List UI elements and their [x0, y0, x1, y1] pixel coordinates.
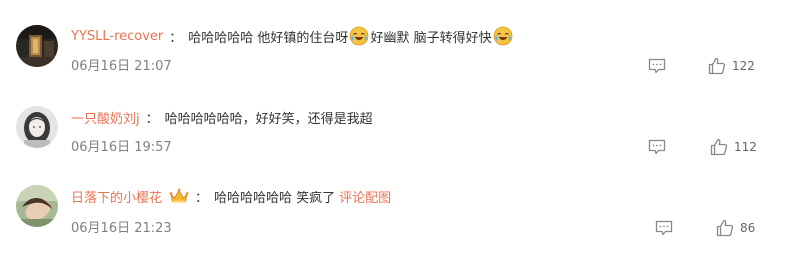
- comment-text: 哈哈哈哈哈 他好镇的住台呀: [188, 30, 349, 46]
- separator: ：: [169, 30, 183, 46]
- avatar[interactable]: [16, 185, 58, 227]
- comment-text: 哈哈哈哈哈哈 笑疯了: [214, 190, 336, 206]
- like-count: 112: [734, 140, 757, 154]
- username-link[interactable]: 日落下的小樱花: [71, 187, 162, 206]
- reply-button[interactable]: [648, 139, 666, 155]
- comment-image-link[interactable]: 评论配图: [339, 187, 391, 206]
- crown-icon: [169, 186, 189, 206]
- comment-text: 哈哈哈哈哈哈，好好笑，还得是我超: [164, 111, 373, 127]
- timestamp: 06月16日 19:57: [71, 140, 172, 155]
- comment-item: 日落下的小樱花 ： 哈哈哈哈哈哈 笑疯了 评论配图 06月16日 21:23 8…: [0, 170, 785, 250]
- thumbs-up-icon: [710, 138, 728, 156]
- reply-button[interactable]: [648, 58, 666, 74]
- comment-content: 日落下的小樱花 ： 哈哈哈哈哈哈 笑疯了 评论配图: [71, 185, 391, 207]
- avatar[interactable]: [16, 106, 58, 148]
- avatar[interactable]: [16, 25, 58, 67]
- timestamp: 06月16日 21:23: [71, 221, 172, 236]
- comment-content: YYSLL-recover ： 哈哈哈哈哈 他好镇的住台呀 好幽默 脑子转得好快: [71, 25, 514, 47]
- like-button[interactable]: 112: [710, 137, 757, 157]
- comment-item: 一只酸奶刘j ： 哈哈哈哈哈哈，好好笑，还得是我超 06月16日 19:57 1…: [0, 91, 785, 171]
- thumbs-up-icon: [716, 219, 734, 237]
- laughing-crying-emoji-icon: [493, 26, 513, 46]
- like-button[interactable]: 122: [708, 56, 755, 76]
- comment-content: 一只酸奶刘j ： 哈哈哈哈哈哈，好好笑，还得是我超: [71, 106, 373, 128]
- like-count: 122: [732, 59, 755, 73]
- comment-item: YYSLL-recover ： 哈哈哈哈哈 他好镇的住台呀 好幽默 脑子转得好快: [0, 10, 785, 90]
- like-button[interactable]: 86: [716, 218, 755, 238]
- laughing-crying-emoji-icon: [349, 26, 369, 46]
- timestamp: 06月16日 21:07: [71, 59, 172, 74]
- comment-icon: [655, 220, 673, 236]
- like-count: 86: [740, 221, 756, 235]
- username-link[interactable]: 一只酸奶刘j: [71, 108, 140, 127]
- comment-icon: [648, 58, 666, 74]
- comment-icon: [648, 139, 666, 155]
- username-link[interactable]: YYSLL-recover: [71, 29, 163, 44]
- reply-button[interactable]: [655, 220, 673, 236]
- thumbs-up-icon: [708, 57, 726, 75]
- separator: ：: [145, 111, 159, 127]
- separator: ：: [195, 190, 209, 206]
- comment-text: 好幽默 脑子转得好快: [370, 30, 492, 46]
